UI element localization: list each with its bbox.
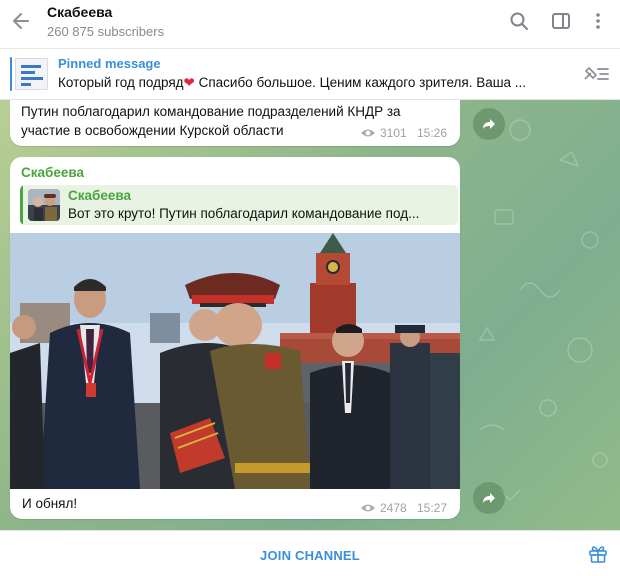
reply-accent-bar (20, 185, 23, 225)
message-bubble[interactable]: Путин поблагодарил командование подразде… (10, 100, 460, 146)
sidebar-toggle-icon[interactable] (551, 11, 571, 31)
pinned-list-icon[interactable] (582, 63, 610, 85)
telegram-channel-window: Скабеева 260 875 subscribers Pinned mess… (0, 0, 620, 576)
message-time: 15:26 (417, 126, 448, 140)
reply-thumbnail (28, 189, 60, 221)
more-vertical-icon[interactable] (588, 11, 608, 31)
view-count: 2478 (380, 501, 407, 515)
back-arrow-icon[interactable] (10, 10, 32, 32)
bottom-bar: JOIN CHANNEL (0, 530, 620, 576)
view-count: 3101 (380, 126, 407, 140)
message-bubble[interactable]: Скабеева Скабеева Вот это круто! Путин п… (10, 157, 460, 519)
pinned-message-bar[interactable]: Pinned message Который год подряд❤ Спаси… (0, 49, 620, 100)
pinned-thumbnail (15, 58, 48, 90)
pinned-accent-bar (10, 57, 12, 91)
pinned-text: Который год подряд❤ Спасибо большое. Цен… (58, 75, 568, 91)
share-button[interactable] (473, 482, 505, 514)
views-eye-icon (361, 504, 375, 512)
views-eye-icon (361, 129, 375, 137)
message-author[interactable]: Скабеева (21, 165, 84, 180)
share-button[interactable] (473, 108, 505, 140)
message-caption: И обнял! (22, 496, 78, 511)
message-text: Путин поблагодарил командование подразде… (21, 104, 401, 138)
message-photo[interactable] (10, 233, 460, 489)
pinned-text-end: Спасибо большое. Ценим каждого зрителя. … (194, 75, 527, 90)
reply-author: Скабеева (68, 188, 131, 203)
pinned-title: Pinned message (58, 56, 161, 71)
message-time: 15:27 (417, 501, 448, 515)
photo-illustration (10, 233, 460, 489)
search-icon[interactable] (509, 11, 529, 31)
subscriber-count: 260 875 subscribers (47, 24, 165, 39)
reply-text: Вот это круто! Путин поблагодарил команд… (68, 206, 420, 221)
forward-arrow-icon (483, 119, 495, 129)
pinned-text-start: Который год подряд (58, 75, 184, 90)
forward-arrow-icon (483, 493, 495, 503)
gift-icon[interactable] (588, 544, 608, 564)
heart-emoji-icon: ❤ (183, 75, 195, 90)
chat-header: Скабеева 260 875 subscribers (0, 0, 620, 49)
reply-preview[interactable]: Скабеева Вот это круто! Путин поблагодар… (20, 185, 458, 225)
join-channel-button[interactable]: JOIN CHANNEL (0, 548, 620, 563)
channel-title[interactable]: Скабеева (47, 4, 112, 20)
